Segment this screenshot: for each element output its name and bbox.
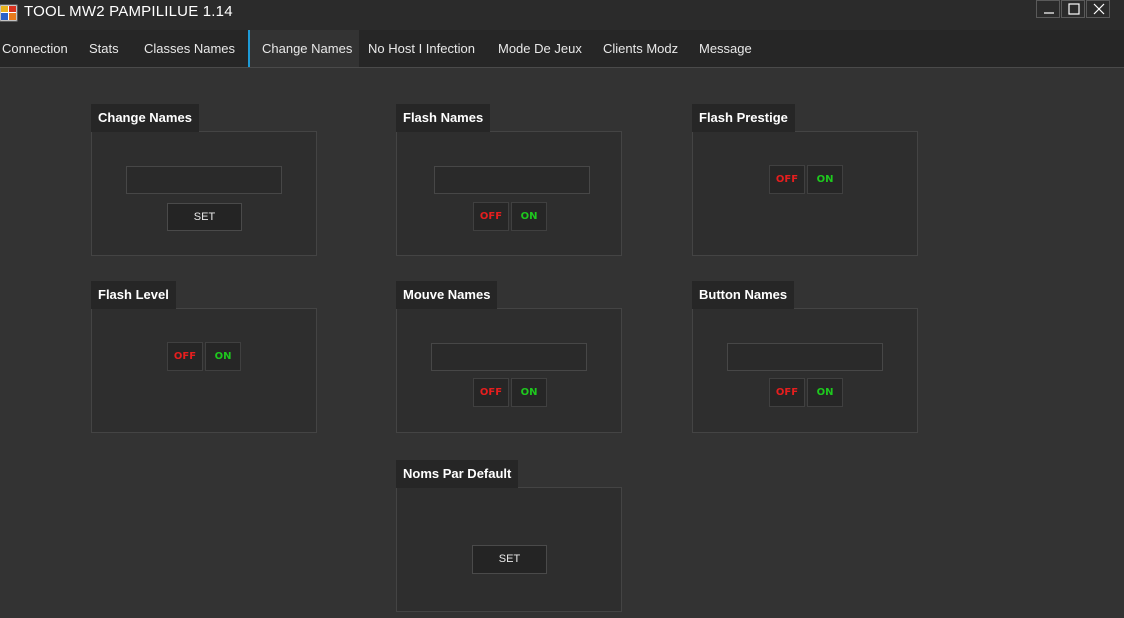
tab-classes-names[interactable]: Classes Names: [144, 30, 235, 67]
window-title: TOOL MW2 PAMPILILUE 1.14: [24, 3, 233, 20]
flash-names-input[interactable]: [434, 166, 590, 194]
mouve-names-title: Mouve Names: [396, 281, 498, 309]
flash-names-title: Flash Names: [396, 104, 491, 132]
change-names-title: Change Names: [91, 104, 199, 132]
tab-message[interactable]: Message: [699, 30, 752, 67]
noms-par-default-title: Noms Par Default: [396, 460, 519, 488]
app-icon: [0, 4, 18, 22]
flash-level-title: Flash Level: [91, 281, 176, 309]
tab-change-names[interactable]: Change Names: [248, 30, 360, 67]
mouve-names-on-button[interactable]: ON: [511, 378, 547, 407]
minimize-button[interactable]: [1036, 0, 1060, 18]
tab-clients-modz[interactable]: Clients Modz: [603, 30, 678, 67]
flash-prestige-title: Flash Prestige: [692, 104, 795, 132]
button-names-input[interactable]: [727, 343, 883, 371]
flash-level-off-button[interactable]: OFF: [167, 342, 203, 371]
tab-mode-de-jeux[interactable]: Mode De Jeux: [498, 30, 582, 67]
flash-level-toggle: OFF ON: [167, 342, 241, 371]
flash-names-toggle: OFF ON: [473, 202, 547, 231]
mouve-names-toggle: OFF ON: [473, 378, 547, 407]
flash-names-on-button[interactable]: ON: [511, 202, 547, 231]
flash-level-on-button[interactable]: ON: [205, 342, 241, 371]
button-names-title: Button Names: [692, 281, 795, 309]
change-names-input[interactable]: [126, 166, 282, 194]
button-names-on-button[interactable]: ON: [807, 378, 843, 407]
change-names-set-button[interactable]: SET: [167, 203, 242, 231]
button-names-toggle: OFF ON: [769, 378, 843, 407]
maximize-button[interactable]: [1061, 0, 1085, 18]
tab-no-host-infection[interactable]: No Host I Infection: [368, 30, 475, 67]
flash-prestige-on-button[interactable]: ON: [807, 165, 843, 194]
noms-par-default-set-button[interactable]: SET: [472, 545, 547, 574]
minimize-icon: [1044, 12, 1054, 14]
title-bar: TOOL MW2 PAMPILILUE 1.14: [0, 0, 1124, 30]
button-names-off-button[interactable]: OFF: [769, 378, 805, 407]
close-button[interactable]: [1086, 0, 1110, 18]
tab-bar: Connection Stats Classes Names Change Na…: [0, 30, 1124, 68]
maximize-icon: [1068, 3, 1080, 15]
tab-connection[interactable]: Connection: [2, 30, 68, 67]
flash-prestige-off-button[interactable]: OFF: [769, 165, 805, 194]
flash-prestige-toggle: OFF ON: [769, 165, 843, 194]
mouve-names-input[interactable]: [431, 343, 587, 371]
close-icon: [1093, 3, 1105, 15]
mouve-names-off-button[interactable]: OFF: [473, 378, 509, 407]
flash-names-off-button[interactable]: OFF: [473, 202, 509, 231]
tab-stats[interactable]: Stats: [89, 30, 119, 67]
